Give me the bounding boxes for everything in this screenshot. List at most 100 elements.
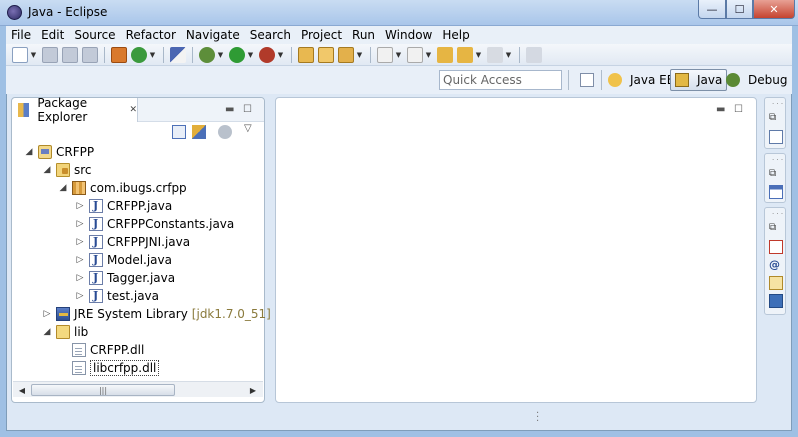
- perspective-label: Java: [697, 73, 723, 87]
- maximize-view-icon[interactable]: ☐: [243, 104, 252, 115]
- close-button[interactable]: ✕: [753, 0, 795, 19]
- tree-item-libcrfpp-dll[interactable]: libcrfpp.dll: [72, 359, 160, 377]
- new-icon[interactable]: [12, 46, 28, 63]
- menu-help[interactable]: Help: [437, 26, 474, 44]
- javadoc-view-icon[interactable]: @: [769, 258, 783, 272]
- perspective-java[interactable]: Java: [670, 69, 728, 91]
- perspective-java-ee[interactable]: Java EE: [604, 69, 678, 91]
- status-bar-grip[interactable]: · · ·: [536, 409, 539, 427]
- prev-annotation-dropdown-arrow[interactable]: ▼: [425, 47, 432, 63]
- collapse-all-icon[interactable]: [172, 125, 186, 139]
- run-dropdown-arrow[interactable]: ▼: [247, 47, 254, 63]
- console-view-icon[interactable]: [769, 294, 783, 308]
- external-tools-icon[interactable]: [259, 46, 275, 63]
- debug-perspective-icon: [726, 73, 740, 87]
- open-type-icon[interactable]: [318, 46, 334, 63]
- expand-icon[interactable]: ▷: [75, 291, 85, 301]
- problems-view-icon[interactable]: [769, 240, 783, 254]
- pin-editor-icon[interactable]: [526, 46, 542, 63]
- restore-icon[interactable]: ⧉: [769, 168, 783, 182]
- expand-icon[interactable]: ▷: [75, 273, 85, 283]
- forward-dropdown-arrow[interactable]: ▼: [505, 47, 512, 63]
- save-icon[interactable]: [42, 46, 58, 63]
- search-dropdown-arrow[interactable]: ▼: [356, 47, 363, 63]
- view-menu-icon[interactable]: ▽: [244, 123, 252, 134]
- menu-run[interactable]: Run: [347, 26, 380, 44]
- expand-icon[interactable]: ▷: [75, 219, 85, 229]
- next-annotation-icon[interactable]: [377, 46, 393, 63]
- collapse-icon[interactable]: ◢: [42, 165, 52, 175]
- scroll-right-icon[interactable]: ▶: [245, 383, 261, 397]
- search-icon[interactable]: [338, 46, 354, 63]
- package-icon: [72, 181, 86, 195]
- tree-item-crfpp-dll[interactable]: CRFPP.dll: [72, 341, 144, 359]
- menu-window[interactable]: Window: [380, 26, 437, 44]
- open-perspective-button[interactable]: [576, 69, 602, 91]
- focus-task-icon[interactable]: [218, 125, 232, 139]
- minimize-button[interactable]: —: [698, 0, 726, 19]
- tree-item-crfpp[interactable]: ◢ CRFPP: [24, 143, 94, 161]
- menu-refactor[interactable]: Refactor: [121, 26, 181, 44]
- new-java-project-icon[interactable]: [298, 46, 314, 63]
- next-annotation-dropdown-arrow[interactable]: ▼: [395, 47, 402, 63]
- external-tools-dropdown-arrow[interactable]: ▼: [277, 47, 284, 63]
- toggle-breakpoint-icon[interactable]: [170, 46, 186, 63]
- outline-view-icon[interactable]: [769, 130, 783, 144]
- save-all-icon[interactable]: [62, 46, 78, 63]
- refresh-dropdown-arrow[interactable]: ▼: [149, 47, 156, 63]
- debug-dropdown-arrow[interactable]: ▼: [217, 47, 224, 63]
- java-file-icon: [89, 289, 103, 303]
- forward-icon[interactable]: [487, 46, 503, 63]
- collapse-icon[interactable]: ◢: [58, 183, 68, 193]
- build-icon[interactable]: [111, 46, 127, 63]
- hierarchy-view-icon[interactable]: [769, 185, 783, 199]
- tree-item-tagger-java[interactable]: ▷ Tagger.java: [75, 269, 175, 287]
- tree-item-src[interactable]: ◢ src: [42, 161, 92, 179]
- menu-project[interactable]: Project: [296, 26, 347, 44]
- prev-annotation-icon[interactable]: [407, 46, 423, 63]
- expand-icon[interactable]: ▷: [75, 201, 85, 211]
- menu-navigate[interactable]: Navigate: [181, 26, 245, 44]
- new-dropdown-arrow[interactable]: ▼: [30, 47, 37, 63]
- tree-item-crfppjni-java[interactable]: ▷ CRFPPJNI.java: [75, 233, 190, 251]
- minimize-editor-icon[interactable]: ▬: [716, 104, 725, 115]
- tree-item-crfpp-java[interactable]: ▷ CRFPP.java: [75, 197, 172, 215]
- expand-icon[interactable]: ▷: [75, 237, 85, 247]
- scroll-left-icon[interactable]: ◀: [14, 383, 30, 397]
- debug-icon[interactable]: [199, 46, 215, 63]
- tree-item-crfppconstants-java[interactable]: ▷ CRFPPConstants.java: [75, 215, 234, 233]
- collapse-icon[interactable]: ◢: [42, 327, 52, 337]
- tree-item-lib[interactable]: ◢ lib: [42, 323, 88, 341]
- minimize-view-icon[interactable]: ▬: [225, 104, 234, 115]
- maximize-editor-icon[interactable]: ☐: [734, 104, 743, 115]
- menu-search[interactable]: Search: [245, 26, 296, 44]
- quick-access-input[interactable]: [439, 70, 562, 90]
- print-icon[interactable]: [82, 46, 98, 63]
- restore-icon[interactable]: ⧉: [769, 222, 783, 236]
- tree-item-jre-library[interactable]: ▷ JRE System Library [jdk1.7.0_51]: [42, 305, 271, 323]
- tree-item-test-java[interactable]: ▷ test.java: [75, 287, 159, 305]
- tree-item-model-java[interactable]: ▷ Model.java: [75, 251, 172, 269]
- perspective-debug[interactable]: Debug: [722, 69, 791, 91]
- collapse-icon[interactable]: ◢: [24, 147, 34, 157]
- link-with-editor-icon[interactable]: [192, 125, 206, 139]
- run-icon[interactable]: [229, 46, 245, 63]
- menu-source[interactable]: Source: [69, 26, 120, 44]
- editor-area[interactable]: ▬ ☐: [275, 97, 757, 403]
- back-icon[interactable]: [457, 46, 473, 63]
- restore-icon[interactable]: ⧉: [769, 112, 783, 126]
- tab-package-explorer[interactable]: Package Explorer ✕: [12, 96, 138, 124]
- horizontal-scrollbar[interactable]: ◀ ||| ▶: [13, 381, 263, 397]
- maximize-button[interactable]: ☐: [726, 0, 753, 19]
- menu-edit[interactable]: Edit: [36, 26, 69, 44]
- menu-file[interactable]: File: [6, 26, 36, 44]
- last-edit-location-icon[interactable]: [437, 46, 453, 63]
- expand-icon[interactable]: ▷: [42, 309, 52, 319]
- close-tab-icon[interactable]: ✕: [129, 105, 137, 115]
- tree-item-package[interactable]: ◢ com.ibugs.crfpp: [58, 179, 187, 197]
- refresh-icon[interactable]: [131, 46, 147, 63]
- back-dropdown-arrow[interactable]: ▼: [475, 47, 482, 63]
- scroll-thumb[interactable]: |||: [31, 384, 175, 396]
- expand-icon[interactable]: ▷: [75, 255, 85, 265]
- declaration-view-icon[interactable]: [769, 276, 783, 290]
